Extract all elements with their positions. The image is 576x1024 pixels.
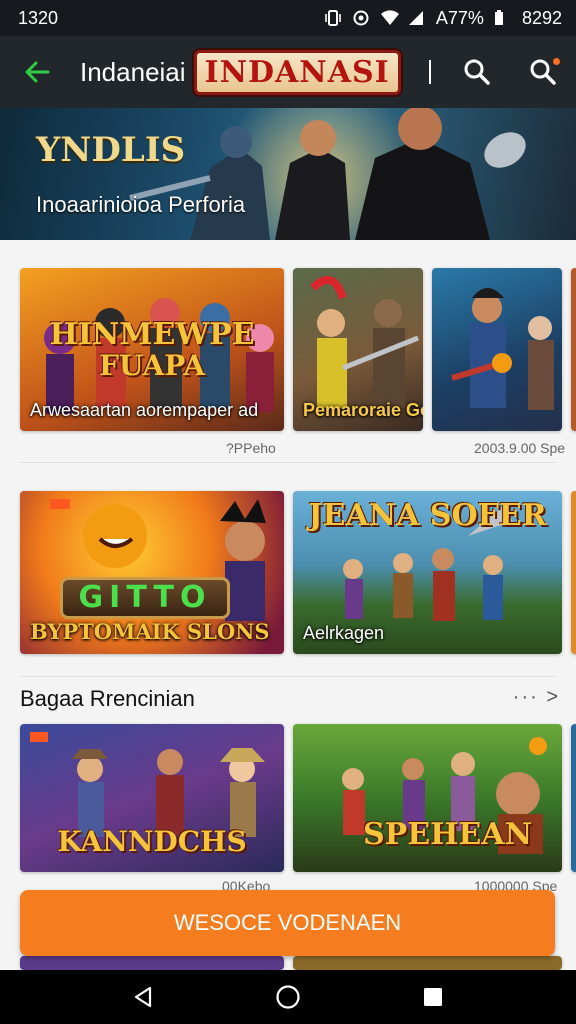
game-card[interactable]: HINMEWPE FUAPA Arwesaartan aorempaper ad xyxy=(20,268,284,431)
app-screen: 1320 A77% 8292 Indaneiai INDANASI YNDLIS… xyxy=(0,0,576,1024)
section-more-button[interactable]: ··· > xyxy=(513,686,560,709)
wifi-icon xyxy=(380,10,399,26)
data-saver-icon xyxy=(352,10,370,26)
primary-cta-button[interactable]: WESOCE VODENAEN xyxy=(20,890,555,956)
nav-home-button[interactable] xyxy=(268,977,308,1017)
appbar-divider xyxy=(428,60,431,84)
vibrate-icon xyxy=(324,10,342,26)
game-card[interactable]: GITTO BYPTOMAIK SLONS xyxy=(20,491,284,654)
section-divider xyxy=(20,676,556,677)
app-logo: INDANASI xyxy=(193,49,401,95)
game-card[interactable] xyxy=(432,268,562,431)
search-button[interactable] xyxy=(444,36,510,108)
game-card[interactable]: KANNDCHS xyxy=(20,724,284,872)
card-meta: 2003.9.00 Spe xyxy=(474,440,566,456)
card-title-line2: FUAPA xyxy=(99,349,205,382)
row-divider xyxy=(20,462,556,463)
nav-recents-button[interactable] xyxy=(413,977,453,1017)
banner-subtitle: Inoaarinioioa Perforia xyxy=(36,192,246,217)
game-card[interactable]: Pemaroraie Gon xyxy=(293,268,423,431)
game-card-partial[interactable] xyxy=(293,956,562,970)
search-alt-button[interactable] xyxy=(510,36,576,108)
card-title: SPEHEAN xyxy=(363,817,532,852)
status-bar: 1320 A77% 8292 xyxy=(0,0,576,36)
section-title: Bagaa Rrencinian xyxy=(20,686,195,711)
search-icon xyxy=(464,59,490,85)
appbar-actions xyxy=(444,36,576,108)
game-card-partial[interactable] xyxy=(571,268,576,431)
status-time: 1320 xyxy=(18,7,59,28)
game-card-partial[interactable] xyxy=(571,724,576,872)
game-card-partial[interactable] xyxy=(20,956,284,970)
card-caption: Aelrkagen xyxy=(303,623,385,643)
triangle-back-icon xyxy=(134,986,151,1008)
battery-percentage: A77% xyxy=(435,7,484,28)
status-clock-right: 8292 xyxy=(521,7,562,28)
card-meta: ?PPeho xyxy=(226,440,276,456)
game-card-partial[interactable] xyxy=(571,491,576,654)
battery-icon xyxy=(494,10,512,26)
app-title: Indaneiai xyxy=(80,56,186,87)
card-caption: Arwesaartan aorempaper ad xyxy=(30,400,259,420)
game-card[interactable]: JEANA SOFER Aelrkagen xyxy=(293,491,562,654)
banner-heroes-art xyxy=(129,108,526,240)
signal-icon xyxy=(408,10,426,26)
card-title-line1: HINMEWPE xyxy=(49,317,255,352)
hero-banner[interactable]: YNDLIS Inoaarinioioa Perforia xyxy=(0,108,576,240)
card-title: KANNDCHS xyxy=(57,825,247,858)
card-caption: BYPTOMAIK SLONS xyxy=(30,619,270,644)
game-card-art xyxy=(451,288,554,410)
app-bar: Indaneiai INDANASI xyxy=(0,36,576,108)
slots-logo: GITTO xyxy=(60,577,230,619)
back-button[interactable] xyxy=(14,36,60,108)
game-card[interactable]: SPEHEAN xyxy=(293,724,562,872)
circle-home-icon xyxy=(276,985,300,1009)
nav-back-button[interactable] xyxy=(123,977,163,1017)
card-title: JEANA SOFER xyxy=(308,498,547,533)
status-icons: A77% 8292 xyxy=(324,8,562,29)
notification-dot xyxy=(553,58,560,65)
banner-heading: YNDLIS xyxy=(36,130,186,170)
back-arrow-icon xyxy=(25,61,50,83)
system-navigation-bar xyxy=(0,970,576,1024)
card-caption: Pemaroraie Gon xyxy=(303,400,423,420)
square-recents-icon xyxy=(424,988,443,1006)
